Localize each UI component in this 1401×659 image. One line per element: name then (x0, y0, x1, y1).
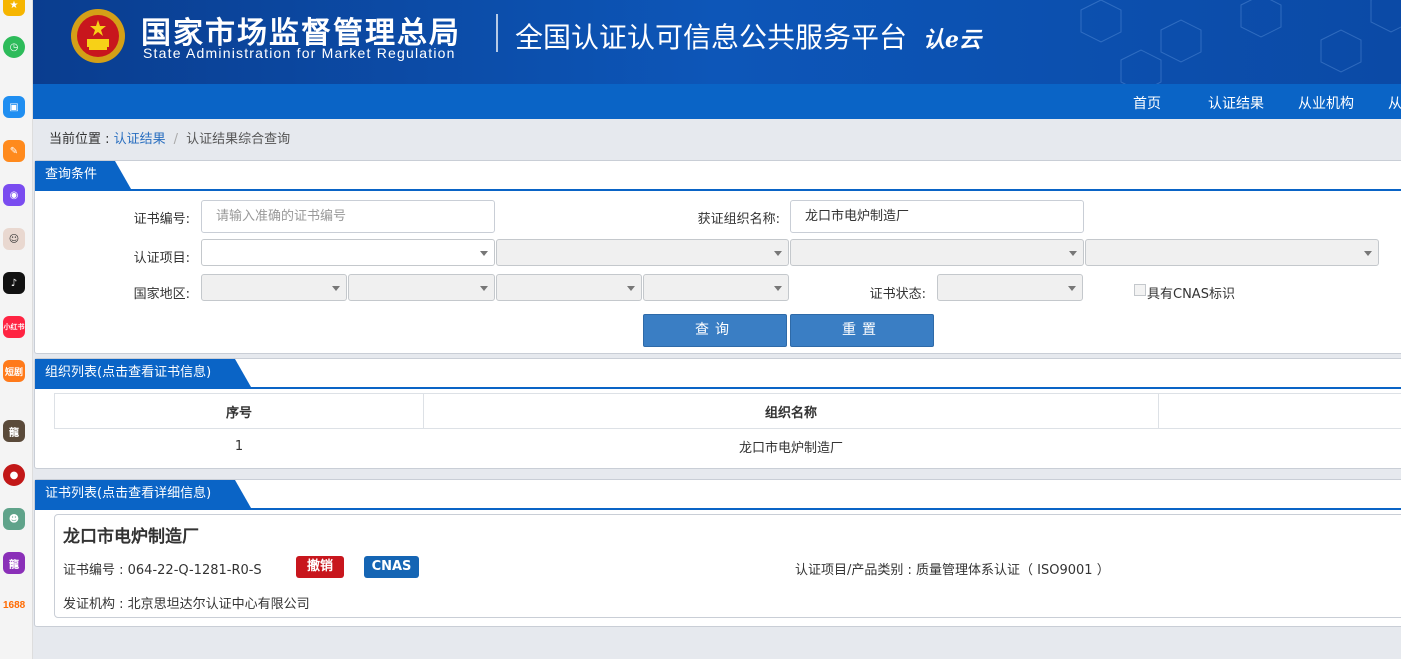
character-game-app-icon[interactable]: ☻ (3, 508, 25, 530)
tools-app-icon[interactable]: ✎ (3, 140, 25, 162)
table-row[interactable]: 1 龙口市电炉制造厂 (55, 429, 1401, 464)
search-button[interactable]: 查询 (643, 314, 787, 347)
breadcrumb: 当前位置 : 认证结果 / 认证结果综合查询 (49, 128, 290, 147)
tiktok-app-icon[interactable]: ♪ (3, 272, 25, 294)
app-dock: ★ ◷ ▣ ✎ ◉ ☺ ♪ 小红书 短剧 龍 ● ☻ 龍 1688 (0, 0, 33, 659)
region-select-1[interactable] (201, 274, 347, 301)
star-app-icon[interactable]: ★ (3, 0, 25, 16)
chevron-down-icon (1069, 251, 1077, 256)
chevron-down-icon (480, 251, 488, 256)
org-list-panel-tab: 组织列表(点击查看证书信息) (35, 359, 251, 387)
site-header: 国家市场监督管理总局 State Administration for Mark… (33, 0, 1401, 84)
panel-rule (35, 387, 1401, 389)
cert-card[interactable]: 龙口市电炉制造厂 证书编号 : 064-22-Q-1281-R0-S 撤销 CN… (54, 514, 1401, 618)
breadcrumb-separator: / (173, 132, 179, 147)
nav-item-practitioners[interactable]: 从业机构 (1298, 93, 1354, 113)
org-table-header-row: 序号 组织名称 (54, 393, 1401, 429)
short-drama-app-icon[interactable]: 短剧 (3, 360, 25, 382)
cert-no-input[interactable]: 请输入准确的证书编号 (201, 200, 495, 233)
hexagon-pattern-decoration (1080, 0, 1401, 84)
cert-org-name: 龙口市电炉制造厂 (63, 527, 199, 547)
nav-item-truncated[interactable]: 从 (1388, 93, 1401, 113)
project-select-3[interactable] (790, 239, 1084, 266)
cert-issuer: 发证机构 : 北京思坦达尔认证中心有限公司 (63, 597, 310, 612)
gamepad-app-icon[interactable]: ◉ (3, 184, 25, 206)
panel-rule (35, 189, 1401, 191)
avatar-app-icon[interactable]: ☺ (3, 228, 25, 250)
row-org-name-cell[interactable]: 龙口市电炉制造厂 (424, 429, 1159, 464)
chevron-down-icon (774, 286, 782, 291)
row-extra-cell (1159, 429, 1401, 464)
breadcrumb-current: 认证结果综合查询 (186, 132, 291, 147)
project-select-2[interactable] (496, 239, 789, 266)
title-divider (496, 14, 498, 52)
project-label: 认证项目: (133, 251, 190, 266)
panel-rule (35, 508, 1401, 510)
column-header-org-name: 组织名称 (423, 393, 1159, 429)
revoked-status-badge: 撤销 (296, 556, 344, 578)
chevron-down-icon (480, 286, 488, 291)
cert-no-label: 证书编号: (133, 212, 190, 227)
cnas-checkbox-label: 具有CNAS标识 (1147, 287, 1235, 302)
region-label: 国家地区: (133, 287, 190, 302)
national-emblem-icon (71, 9, 125, 63)
org-table: 序号 组织名称 1 龙口市电炉制造厂 (54, 393, 1401, 464)
breadcrumb-link-cert-results[interactable]: 认证结果 (114, 132, 166, 147)
region-select-2[interactable] (348, 274, 495, 301)
main-nav: 首页 认证结果 从业机构 从 (33, 84, 1401, 119)
cert-project: 认证项目/产品类别 : 质量管理体系认证（ ISO9001 ） (795, 563, 1110, 578)
org-name-label: 获证组织名称: (697, 212, 780, 227)
reset-button[interactable]: 重置 (790, 314, 934, 347)
chevron-down-icon (332, 286, 340, 291)
column-header-index: 序号 (54, 393, 424, 429)
orb-game-app-icon[interactable]: ● (3, 464, 25, 486)
chevron-down-icon (774, 251, 782, 256)
project-select-1[interactable] (201, 239, 495, 266)
org-name-input[interactable]: 龙口市电炉制造厂 (790, 200, 1084, 233)
agency-title-en: State Administration for Market Regulati… (143, 45, 456, 61)
query-panel-tab: 查询条件 (35, 161, 131, 189)
chevron-down-icon (1364, 251, 1372, 256)
project-select-4[interactable] (1085, 239, 1379, 266)
chevron-down-icon (1068, 286, 1076, 291)
clock-app-icon[interactable]: ◷ (3, 36, 25, 58)
1688-app-icon[interactable]: 1688 (3, 600, 25, 611)
column-header-extra (1158, 393, 1401, 429)
region-select-4[interactable] (643, 274, 789, 301)
region-select-3[interactable] (496, 274, 642, 301)
status-label: 证书状态: (869, 287, 926, 302)
chevron-down-icon (627, 286, 635, 291)
cert-list-panel-tab: 证书列表(点击查看详细信息) (35, 480, 251, 508)
dragon-game-app-icon[interactable]: 龍 (3, 420, 25, 442)
nav-item-cert-results[interactable]: 认证结果 (1208, 93, 1264, 113)
cnas-badge: CNAS (364, 556, 419, 578)
nav-item-home[interactable]: 首页 (1133, 93, 1161, 113)
renzheng-cloud-logo: 认e云 (923, 27, 981, 53)
briefcase-app-icon[interactable]: ▣ (3, 96, 25, 118)
cnas-checkbox[interactable] (1134, 284, 1146, 296)
cert-number: 证书编号 : 064-22-Q-1281-R0-S (63, 563, 262, 578)
purple-game-app-icon[interactable]: 龍 (3, 552, 25, 574)
row-index-cell: 1 (234, 438, 244, 454)
breadcrumb-prefix: 当前位置 : (49, 132, 114, 147)
status-select[interactable] (937, 274, 1083, 301)
platform-title: 全国认证认可信息公共服务平台 (515, 21, 908, 54)
xiaohongshu-app-icon[interactable]: 小红书 (3, 316, 25, 338)
